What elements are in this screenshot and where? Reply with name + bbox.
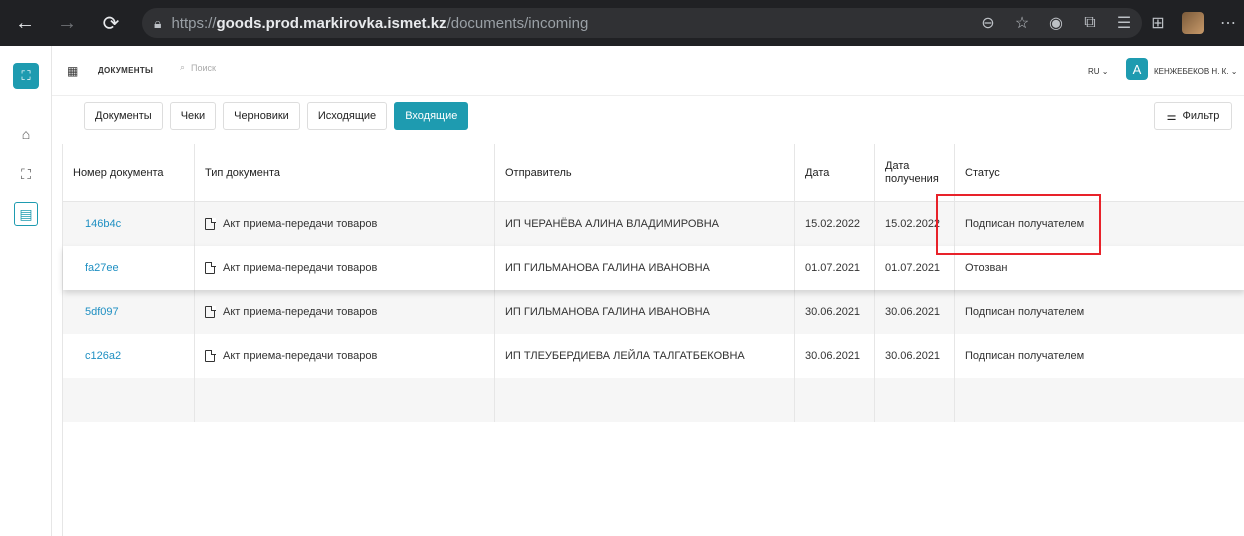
favorite-star-icon[interactable]: ☆ bbox=[1012, 13, 1032, 33]
page-title: ДОКУМЕНТЫ bbox=[98, 66, 154, 75]
document-type: Акт приема-передачи товаров bbox=[195, 334, 495, 378]
table-header: Номер документа Тип документа Отправител… bbox=[63, 144, 1244, 202]
puzzle-icon[interactable]: ⧉ bbox=[1080, 14, 1100, 32]
zoom-icon[interactable]: ⊖ bbox=[978, 13, 998, 33]
status: Отозван bbox=[965, 262, 1008, 274]
browser-actions: ⊖ ☆ ◉ ⧉ ☰ ⊞ ⋯ bbox=[978, 8, 1244, 38]
tab-drafts[interactable]: Черновики bbox=[223, 102, 300, 130]
home-icon[interactable]: ⌂ bbox=[14, 122, 38, 146]
apps-grid-icon[interactable]: ▦ bbox=[67, 64, 78, 78]
document-type: Акт приема-передачи товаров bbox=[195, 246, 495, 290]
empty-cell bbox=[875, 378, 955, 422]
received-date: 30.06.2021 bbox=[875, 290, 955, 334]
back-arrow-icon[interactable]: ← bbox=[10, 8, 40, 38]
document-icon bbox=[205, 305, 216, 318]
favorites-list-icon[interactable]: ☰ bbox=[1114, 13, 1134, 33]
documents-table: Номер документа Тип документа Отправител… bbox=[62, 144, 1244, 536]
sender: ИП ГИЛЬМАНОВА ГАЛИНА ИВАНОВНА bbox=[495, 246, 795, 290]
document-type: Акт приема-передачи товаров bbox=[195, 290, 495, 334]
date: 30.06.2021 bbox=[795, 334, 875, 378]
document-number-link[interactable]: c126a2 bbox=[63, 334, 195, 378]
app-logo-icon[interactable]: ⛶ bbox=[13, 63, 39, 89]
column-header[interactable]: Отправитель bbox=[495, 144, 795, 201]
document-icon bbox=[205, 349, 216, 362]
app-header: ▦ ДОКУМЕНТЫ ⌕ Поиск RU ⌄ А КЕНЖЕБЕКОВ Н.… bbox=[52, 46, 1244, 96]
status: Подписан получателем bbox=[965, 350, 1085, 362]
document-number-link[interactable]: 5df097 bbox=[63, 290, 195, 334]
date: 15.02.2022 bbox=[795, 202, 875, 246]
extension-icon[interactable]: ◉ bbox=[1046, 13, 1066, 33]
more-icon[interactable]: ⋯ bbox=[1218, 13, 1238, 33]
search-placeholder: Поиск bbox=[191, 62, 216, 73]
filter-button[interactable]: ⚌ Фильтр bbox=[1154, 102, 1232, 130]
app-sidebar: ⛶ ⌂ ⛶ ▤ bbox=[0, 46, 52, 536]
column-header[interactable]: Дата bbox=[795, 144, 875, 201]
collections-icon[interactable]: ⊞ bbox=[1148, 13, 1168, 33]
filter-icon: ⚌ bbox=[1166, 110, 1177, 123]
scan-icon[interactable]: ⛶ bbox=[14, 162, 38, 186]
column-header[interactable]: Дата получения bbox=[875, 144, 955, 201]
search-input[interactable]: ⌕ Поиск bbox=[180, 62, 216, 73]
empty-cell bbox=[63, 378, 195, 422]
sender: ИП ЧЕРАНЁВА АЛИНА ВЛАДИМИРОВНА bbox=[495, 202, 795, 246]
received-date: 15.02.2022 bbox=[875, 202, 955, 246]
table-row[interactable]: fa27ee Акт приема-передачи товаров ИП ГИ… bbox=[63, 246, 1244, 290]
sender: ИП ГИЛЬМАНОВА ГАЛИНА ИВАНОВНА bbox=[495, 290, 795, 334]
document-number-link[interactable]: 146b4c bbox=[63, 202, 195, 246]
column-header[interactable]: Тип документа bbox=[195, 144, 495, 201]
table-row-empty bbox=[63, 378, 1244, 422]
tab-outgoing[interactable]: Исходящие bbox=[306, 102, 388, 130]
column-header[interactable]: Статус bbox=[955, 144, 1244, 201]
lock-icon: 🔒︎ bbox=[154, 14, 162, 31]
url-text: https://goods.prod.markirovka.ismet.kz/d… bbox=[171, 14, 589, 32]
sender: ИП ТЛЕУБЕРДИЕВА ЛЕЙЛА ТАЛГАТБЕКОВНА bbox=[495, 334, 795, 378]
refresh-icon[interactable]: ⟳ bbox=[96, 8, 126, 38]
date: 30.06.2021 bbox=[795, 290, 875, 334]
empty-cell bbox=[795, 378, 875, 422]
document-number-link[interactable]: fa27ee bbox=[63, 246, 195, 290]
document-icon bbox=[205, 217, 216, 230]
search-icon: ⌕ bbox=[180, 62, 186, 72]
empty-cell bbox=[955, 378, 1244, 422]
tab-receipts[interactable]: Чеки bbox=[169, 102, 217, 130]
document-icon bbox=[205, 261, 216, 274]
empty-cell bbox=[195, 378, 495, 422]
profile-avatar[interactable] bbox=[1182, 12, 1204, 34]
status: Подписан получателем bbox=[965, 218, 1085, 230]
forward-arrow-icon[interactable]: → bbox=[52, 8, 82, 38]
column-header[interactable]: Номер документа bbox=[63, 144, 195, 201]
received-date: 30.06.2021 bbox=[875, 334, 955, 378]
empty-cell bbox=[495, 378, 795, 422]
browser-toolbar: ← → ⟳ 🔒︎ https://goods.prod.markirovka.i… bbox=[0, 0, 1244, 46]
document-tabs: Документы Чеки Черновики Исходящие Входя… bbox=[84, 102, 469, 130]
tab-documents[interactable]: Документы bbox=[84, 102, 163, 130]
document-type: Акт приема-передачи товаров bbox=[195, 202, 495, 246]
status: Подписан получателем bbox=[965, 306, 1085, 318]
documents-icon[interactable]: ▤ bbox=[14, 202, 38, 226]
language-select[interactable]: RU ⌄ bbox=[1088, 67, 1109, 76]
table-row[interactable]: 146b4c Акт приема-передачи товаров ИП ЧЕ… bbox=[63, 202, 1244, 246]
tab-incoming[interactable]: Входящие bbox=[394, 102, 469, 130]
user-avatar[interactable]: А bbox=[1126, 58, 1148, 80]
table-row[interactable]: c126a2 Акт приема-передачи товаров ИП ТЛ… bbox=[63, 334, 1244, 378]
table-row[interactable]: 5df097 Акт приема-передачи товаров ИП ГИ… bbox=[63, 290, 1244, 334]
date: 01.07.2021 bbox=[795, 246, 875, 290]
received-date: 01.07.2021 bbox=[875, 246, 955, 290]
user-menu[interactable]: КЕНЖЕБЕКОВ Н. К. ⌄ bbox=[1154, 67, 1237, 76]
